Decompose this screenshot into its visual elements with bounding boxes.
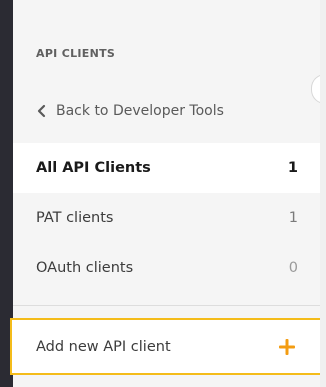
sidebar-item-pat-clients[interactable]: PAT clients 1	[13, 193, 320, 243]
add-new-api-client-button[interactable]: Add new API client	[10, 318, 323, 375]
api-clients-sidebar: API CLIENTS Back to Developer Tools All …	[10, 0, 326, 387]
sidebar-item-all-api-clients[interactable]: All API Clients 1	[13, 143, 320, 193]
chevron-left-icon	[36, 104, 48, 118]
sidebar-item-label: All API Clients	[36, 160, 151, 176]
section-title: API CLIENTS	[36, 47, 116, 60]
sidebar-item-label: OAuth clients	[36, 260, 134, 276]
api-client-filter-menu: All API Clients 1 PAT clients 1 OAuth cl…	[13, 143, 320, 293]
sidebar-divider	[13, 305, 320, 306]
api-clients-screen: API CLIENTS Back to Developer Tools All …	[0, 0, 326, 387]
sidebar-item-oauth-clients[interactable]: OAuth clients 0	[13, 243, 320, 293]
back-to-developer-tools-link[interactable]: Back to Developer Tools	[36, 103, 224, 119]
content-edge	[320, 0, 326, 387]
plus-icon	[279, 338, 295, 355]
sidebar-item-label: PAT clients	[36, 210, 114, 226]
sidebar-item-count: 1	[287, 160, 298, 176]
sidebar-item-count: 0	[288, 260, 298, 276]
back-link-label: Back to Developer Tools	[56, 103, 224, 119]
add-new-api-client-label: Add new API client	[36, 338, 171, 355]
sidebar-item-count: 1	[288, 210, 298, 226]
